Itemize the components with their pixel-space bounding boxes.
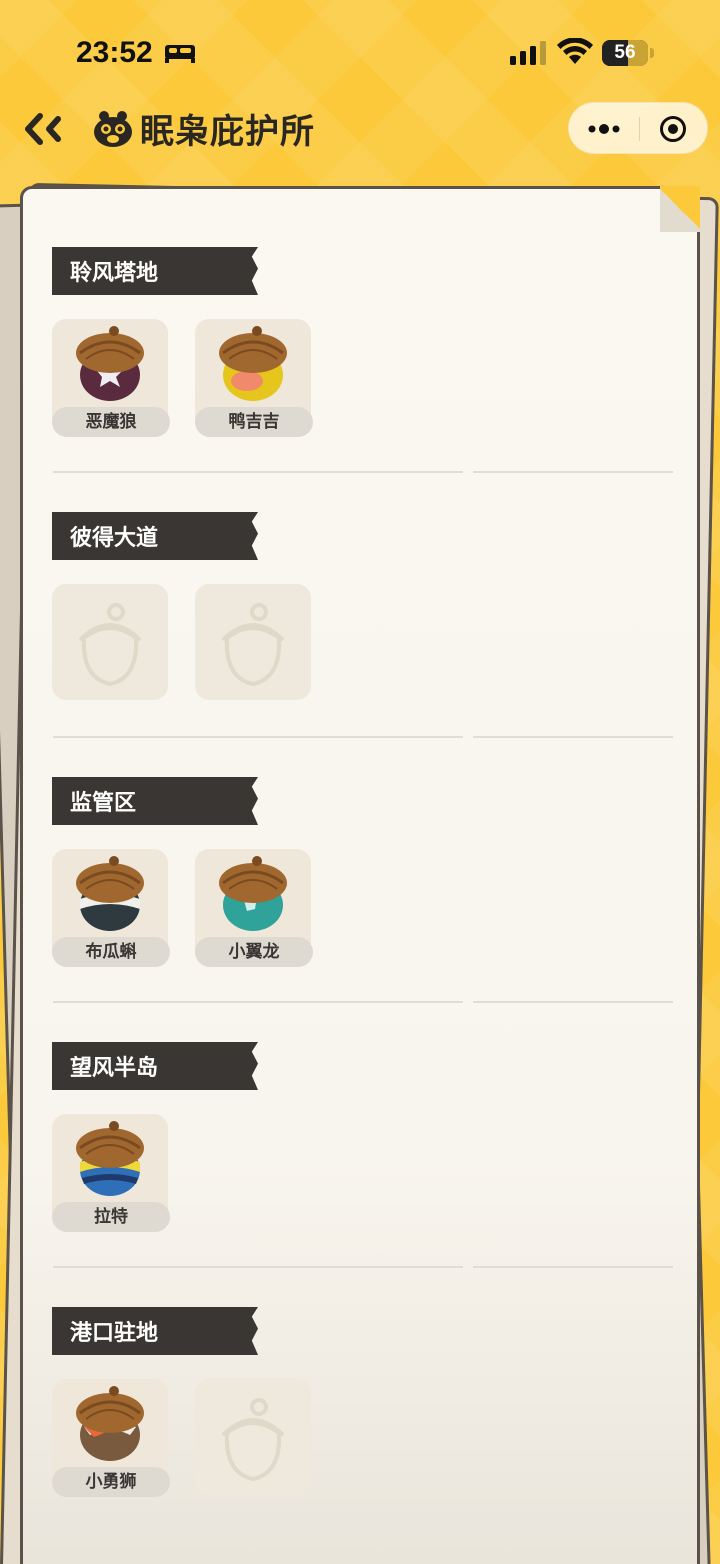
creature-card[interactable]: 布瓜蝌 (52, 849, 170, 967)
mini-program-capsule (568, 102, 708, 154)
empty-slot[interactable] (52, 584, 168, 700)
section-title: 聆风塔地 (70, 261, 159, 286)
paper-fold-corner (660, 186, 700, 232)
section-divider (53, 1001, 673, 1003)
back-icon[interactable] (22, 112, 66, 146)
acorn-placeholder-icon (221, 1398, 285, 1482)
acorn-lion-icon (76, 1386, 144, 1461)
acorn-stripe-icon (76, 856, 144, 931)
battery-cap (650, 48, 654, 58)
section-banner: 望风半岛 (52, 1042, 258, 1090)
acorn-placeholder-icon (221, 603, 285, 687)
section-title: 监管区 (70, 791, 137, 816)
battery-indicator: 56 (602, 40, 648, 66)
creature-name: 拉特 (52, 1202, 170, 1232)
signal-icon (510, 41, 546, 65)
acorn-star-icon (76, 326, 144, 401)
section-divider (53, 1266, 673, 1268)
section-banner: 监管区 (52, 777, 258, 825)
more-options-icon[interactable] (587, 119, 621, 139)
section-banner: 聆风塔地 (52, 247, 258, 295)
section-banner: 彼得大道 (52, 512, 258, 560)
battery-level: 56 (614, 42, 636, 63)
section-title: 彼得大道 (70, 526, 159, 551)
bed-icon (165, 45, 195, 63)
section-divider (53, 736, 673, 738)
creature-name: 鸭吉吉 (195, 407, 313, 437)
acorn-wing-icon (219, 856, 287, 931)
empty-slot[interactable] (195, 584, 311, 700)
creature-card[interactable]: 恶魔狼 (52, 319, 170, 437)
owl-logo-icon (94, 111, 132, 147)
close-program-icon[interactable] (659, 115, 687, 143)
section-title: 望风半岛 (70, 1056, 159, 1081)
section-banner: 港口驻地 (52, 1307, 258, 1355)
acorn-duck-icon (219, 326, 287, 401)
paper-sheet: 聆风塔地 恶魔狼 鸭吉吉 彼得大道 监管区 布瓜蝌 小翼龙 望风半岛 拉特 港口… (20, 186, 700, 1564)
creature-name: 小翼龙 (195, 937, 313, 967)
creature-name: 布瓜蝌 (52, 937, 170, 967)
empty-slot[interactable] (195, 1379, 311, 1495)
status-bar: 23:52 56 (0, 0, 720, 100)
creature-card[interactable]: 小翼龙 (195, 849, 313, 967)
creature-name: 恶魔狼 (52, 407, 170, 437)
creature-card[interactable]: 鸭吉吉 (195, 319, 313, 437)
creature-name: 小勇狮 (52, 1467, 170, 1497)
capsule-divider (639, 117, 640, 141)
wifi-icon (557, 38, 593, 64)
status-time: 23:52 (76, 36, 153, 69)
creature-card[interactable]: 拉特 (52, 1114, 170, 1232)
acorn-placeholder-icon (78, 603, 142, 687)
section-divider (53, 471, 673, 473)
creature-card[interactable]: 小勇狮 (52, 1379, 170, 1497)
acorn-stripe-yellow-icon (76, 1121, 144, 1196)
page-title: 眠枭庇护所 (140, 112, 315, 152)
section-title: 港口驻地 (70, 1321, 159, 1346)
